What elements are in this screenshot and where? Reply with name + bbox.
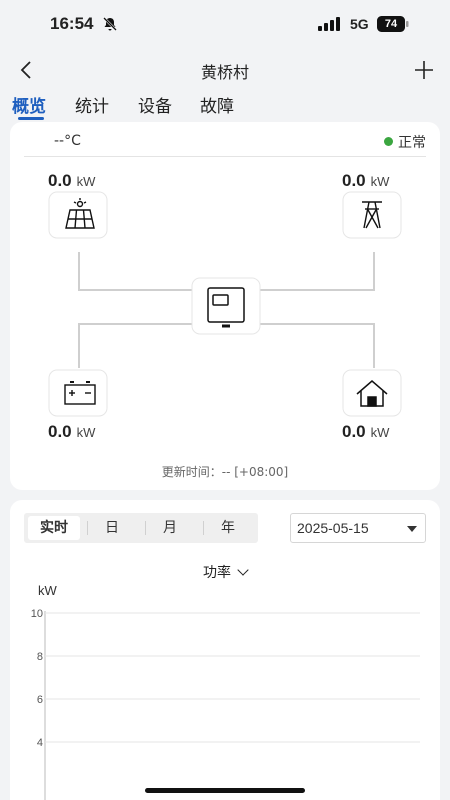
chevron-down-icon	[237, 564, 249, 576]
y-tick-label: 8	[37, 651, 43, 663]
grid-power-unit: kW	[370, 174, 390, 189]
power-chart: kW 10 8 6 4	[31, 583, 420, 800]
y-tick-label: 4	[37, 737, 43, 749]
grid-power: 0.0 kW	[342, 171, 389, 191]
solar-node[interactable]	[48, 191, 108, 239]
tab-devices[interactable]: 设备	[138, 92, 172, 117]
battery-level: 74	[384, 18, 398, 30]
date-value: 2025-05-15	[297, 520, 369, 536]
y-axis-label: kW	[38, 583, 58, 598]
y-tick-label: 10	[31, 608, 43, 620]
solar-power-unit: kW	[76, 174, 96, 189]
grid-power-value: 0.0	[342, 171, 366, 190]
status-bar: 16:54 5G 74	[0, 0, 450, 48]
period-day[interactable]: 日	[86, 516, 138, 540]
solar-power: 0.0 kW	[48, 171, 95, 191]
chart-title: 功率	[203, 565, 231, 581]
home-indicator[interactable]	[145, 788, 305, 793]
inverter-node[interactable]	[191, 277, 261, 335]
nav-bar: 黄桥村	[0, 48, 450, 92]
chart-metric-selector[interactable]: 功率	[10, 562, 440, 582]
add-icon[interactable]	[412, 58, 436, 82]
period-realtime[interactable]: 实时	[28, 516, 80, 540]
tab-overview[interactable]: 概览	[12, 92, 46, 117]
period-year[interactable]: 年	[202, 516, 254, 540]
network-type: 5G	[350, 16, 369, 32]
bell-muted-icon	[103, 17, 117, 31]
signal-icon	[318, 17, 340, 31]
battery-power: 0.0 kW	[48, 422, 95, 442]
period-month[interactable]: 月	[144, 516, 196, 540]
status-time: 16:54	[50, 14, 94, 33]
home-power-unit: kW	[370, 425, 390, 440]
y-tick-label: 6	[37, 694, 43, 706]
update-time: 更新时间：-- [+08:00]	[161, 465, 289, 479]
tab-statistics[interactable]: 统计	[75, 92, 109, 117]
battery-power-unit: kW	[76, 425, 96, 440]
date-picker[interactable]: 2025-05-15	[290, 513, 426, 543]
power-chart-card: 实时 日 月 年 2025-05-15 功率 kW 10 8 6 4	[10, 500, 440, 800]
tab-faults[interactable]: 故障	[200, 92, 234, 117]
battery-node[interactable]	[48, 369, 108, 417]
caret-down-icon	[407, 526, 417, 532]
solar-power-value: 0.0	[48, 171, 72, 190]
home-power-value: 0.0	[342, 422, 366, 441]
home-power: 0.0 kW	[342, 422, 389, 442]
energy-flow-card: --°C 正常 0.0 kW 0.0 kW 0.0 kW 0.0 kW 更新时间…	[10, 122, 440, 490]
grid-node[interactable]	[342, 191, 402, 239]
active-tab-indicator	[18, 117, 44, 120]
tab-bar: 概览 统计 设备 故障	[0, 92, 450, 120]
battery-power-value: 0.0	[48, 422, 72, 441]
period-selector: 实时 日 月 年	[24, 513, 258, 543]
home-node[interactable]	[342, 369, 402, 417]
page-title: 黄桥村	[200, 63, 249, 82]
